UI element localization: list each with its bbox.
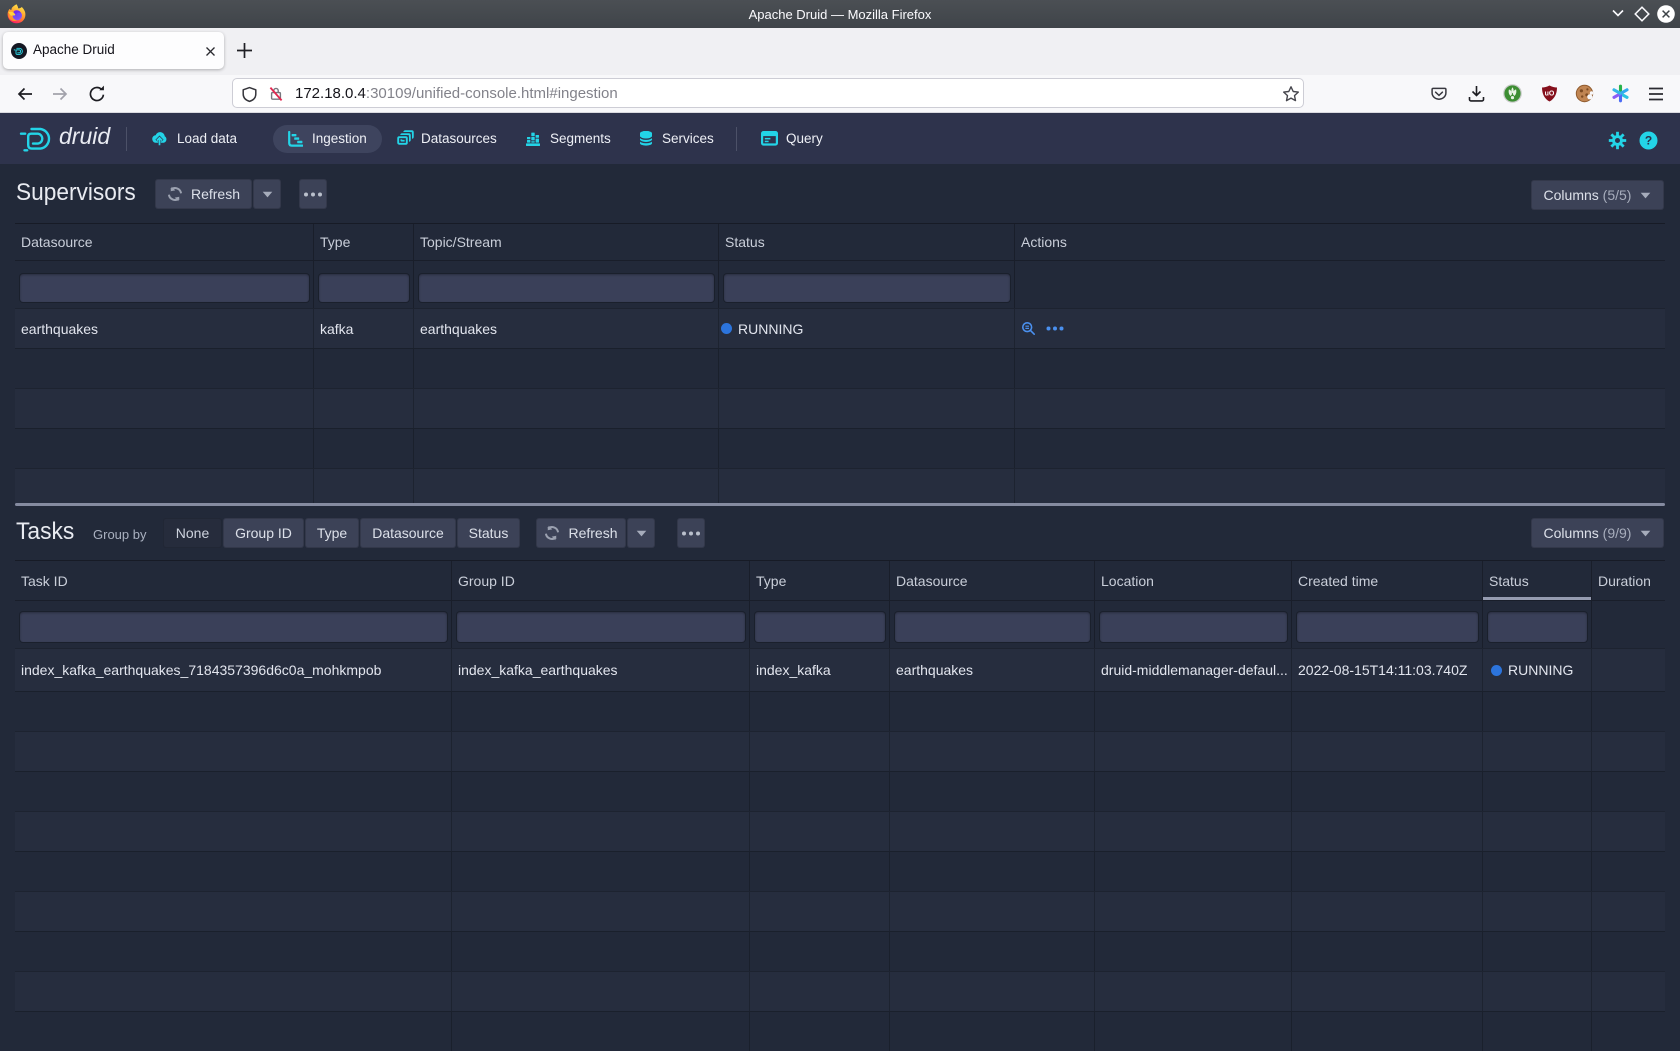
- svg-text:?: ?: [1645, 134, 1652, 148]
- svg-text:uO: uO: [1545, 91, 1555, 98]
